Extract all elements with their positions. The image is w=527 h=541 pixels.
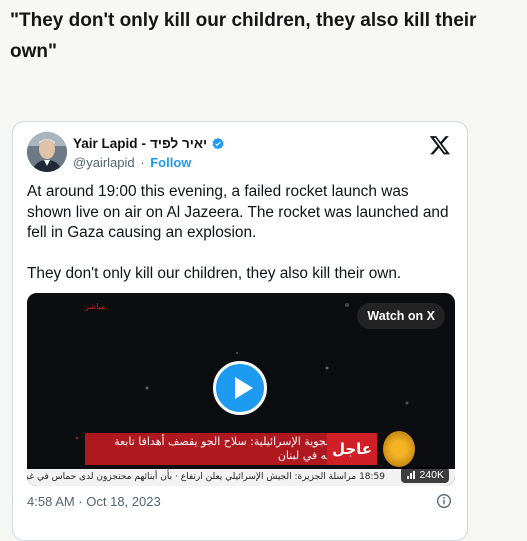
tweet-paragraph: They don't only kill our children, they … <box>27 264 402 282</box>
name-separator: - <box>141 136 147 151</box>
tweet-paragraph: At around 19:00 this evening, a failed r… <box>27 183 449 241</box>
news-ticker: 18:59 مراسلة الجزيرة: الجيش الإسرائيلي ي… <box>27 469 455 486</box>
embedded-tweet[interactable]: Yair Lapid - יאיר לפיד @yairlapid · Foll… <box>12 121 468 541</box>
views-count: 240K <box>419 469 444 481</box>
author-name-hebrew[interactable]: יאיר לפיד <box>150 136 207 151</box>
avatar[interactable] <box>27 132 67 172</box>
article-headline: "They don't only kill our children, they… <box>10 10 477 62</box>
follow-button[interactable]: Follow <box>150 155 191 170</box>
ticker-text: مراسلة الجزيرة: الجيش الإسرائيلي يعلن ار… <box>27 472 357 482</box>
author-handle[interactable]: @yairlapid <box>73 155 135 170</box>
separator-dot: · <box>140 155 145 170</box>
live-tag: مباشر <box>85 302 106 311</box>
handle-row: @yairlapid · Follow <box>73 155 191 170</box>
verified-badge-icon <box>211 137 225 151</box>
video-player[interactable]: مباشر Watch on X القوات الجوية الإسرائيل… <box>27 293 455 486</box>
tweet-text: At around 19:00 this evening, a failed r… <box>27 182 457 284</box>
view-count: 240K <box>401 467 449 483</box>
author-row[interactable]: Yair Lapid - יאיר לפיד <box>73 136 225 151</box>
al-jazeera-logo-icon <box>383 431 415 467</box>
x-logo-icon[interactable] <box>429 134 451 156</box>
info-icon[interactable] <box>436 493 452 509</box>
views-icon <box>407 471 416 479</box>
author-name[interactable]: Yair Lapid <box>73 136 138 151</box>
play-icon[interactable] <box>213 361 267 415</box>
watch-on-x-button[interactable]: Watch on X <box>357 303 445 329</box>
ticker-time: 18:59 <box>359 472 385 482</box>
tweet-timestamp[interactable]: 4:58 AM · Oct 18, 2023 <box>27 494 161 509</box>
news-banner-urgent: عاجل <box>327 433 377 465</box>
